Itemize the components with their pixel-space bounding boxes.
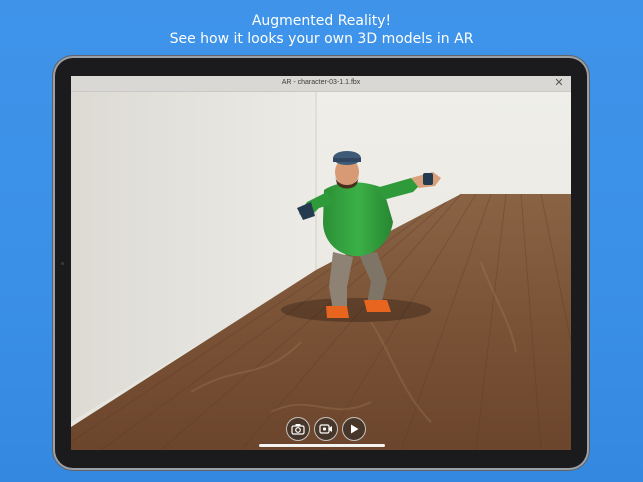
device-camera-dot bbox=[61, 262, 64, 265]
headline-subtitle: See how it looks your own 3D models in A… bbox=[169, 31, 474, 47]
home-indicator bbox=[259, 444, 385, 447]
ar-toolbar bbox=[286, 417, 366, 443]
camera-icon bbox=[291, 424, 305, 435]
window-titlebar: AR - character-03-1.1.fbx ✕ bbox=[71, 76, 571, 92]
app-screen: AR - character-03-1.1.fbx ✕ bbox=[71, 76, 571, 450]
character-shadow bbox=[281, 298, 431, 322]
record-video-icon bbox=[319, 424, 332, 434]
play-icon bbox=[351, 424, 359, 434]
close-button[interactable]: ✕ bbox=[553, 77, 565, 89]
ar-scene-view[interactable] bbox=[71, 92, 571, 450]
window-title: AR - character-03-1.1.fbx bbox=[281, 79, 361, 86]
camera-button[interactable] bbox=[286, 417, 310, 441]
close-icon: ✕ bbox=[554, 77, 564, 89]
record-video-button[interactable] bbox=[314, 417, 338, 441]
play-button[interactable] bbox=[342, 417, 366, 441]
headline-title: Augmented Reality! bbox=[251, 13, 392, 29]
marketing-headline: Augmented Reality! See how it looks your… bbox=[0, 12, 643, 48]
